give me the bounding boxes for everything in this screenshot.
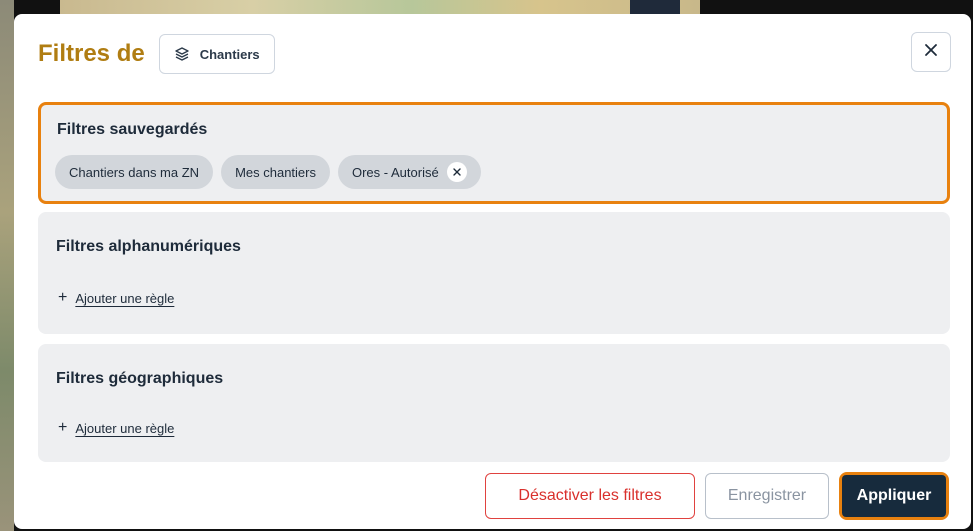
close-icon (452, 168, 461, 176)
modal-footer: Désactiver les filtres Enregistrer Appli… (485, 472, 949, 520)
save-button[interactable]: Enregistrer (705, 473, 829, 519)
geographic-filters-title: Filtres géographiques (56, 370, 224, 387)
add-alphanumeric-rule-button[interactable]: + Ajouter une règle (58, 290, 174, 306)
close-icon (924, 43, 938, 62)
modal-header: Filtres de Chantiers (38, 32, 951, 76)
layer-selector[interactable]: Chantiers (158, 34, 275, 74)
tag-label: Mes chantiers (235, 164, 316, 180)
saved-filter-tag[interactable]: Chantiers dans ma ZN (55, 155, 214, 189)
saved-filter-tag[interactable]: Mes chantiers (221, 155, 330, 189)
apply-button[interactable]: Appliquer (842, 475, 946, 517)
add-geographic-rule-button[interactable]: + Ajouter une règle (58, 420, 174, 436)
geographic-filters-section: Filtres géographiques + Ajouter une règl… (38, 344, 950, 462)
add-rule-label: Ajouter une règle (75, 290, 175, 306)
close-button[interactable] (911, 32, 951, 72)
layer-selector-label: Chantiers (199, 46, 260, 62)
layers-icon (174, 46, 190, 62)
saved-filters-tags: Chantiers dans ma ZN Mes chantiers Ores … (55, 155, 481, 189)
alphanumeric-filters-title: Filtres alphanumériques (56, 238, 241, 255)
saved-filters-section: Filtres sauvegardés Chantiers dans ma ZN… (38, 102, 950, 204)
plus-icon: + (58, 289, 68, 306)
remove-tag-button[interactable] (446, 162, 467, 182)
map-left-edge (0, 0, 14, 531)
add-rule-label: Ajouter une règle (75, 420, 175, 436)
disable-filters-button[interactable]: Désactiver les filtres (485, 473, 695, 519)
saved-filters-title: Filtres sauvegardés (57, 121, 208, 138)
apply-button-focus-ring: Appliquer (839, 472, 949, 520)
filters-modal: Filtres de Chantiers Filtres sauvegardés (14, 14, 971, 529)
tag-label: Ores - Autorisé (351, 164, 439, 180)
plus-icon: + (58, 419, 68, 436)
alphanumeric-filters-section: Filtres alphanumériques + Ajouter une rè… (38, 212, 950, 334)
saved-filter-tag-active[interactable]: Ores - Autorisé (337, 155, 481, 189)
modal-title: Filtres de (38, 40, 145, 67)
tag-label: Chantiers dans ma ZN (69, 164, 200, 180)
